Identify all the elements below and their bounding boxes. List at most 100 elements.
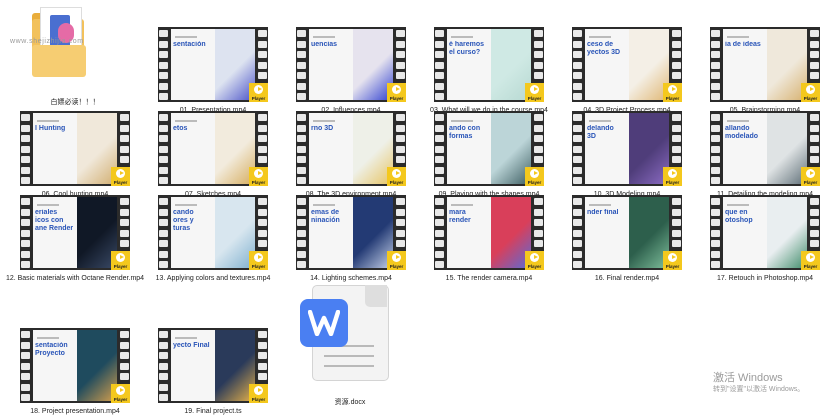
slide-kicker xyxy=(313,204,335,206)
slide-title: ia de ideas xyxy=(725,41,761,48)
player-badge: Player xyxy=(387,83,406,102)
video-frame: eriales icos con ane Render xyxy=(33,197,117,268)
slide-kicker xyxy=(175,337,197,339)
film-thumbnail: rno 3D Player xyxy=(296,111,406,186)
video-frame: mara render xyxy=(447,197,531,268)
video-file-label: 16. Final render.mp4 xyxy=(594,275,660,282)
player-badge: Player xyxy=(111,384,130,403)
film-thumbnail: é haremos el curso? Player xyxy=(434,27,544,102)
video-file-item[interactable]: yecto Final Player 19. Final project.ts xyxy=(148,323,278,418)
video-file-item[interactable]: ando con formasPlayer09. Playing with th… xyxy=(424,106,554,201)
player-badge: Player xyxy=(801,167,820,186)
video-file-item[interactable]: eriales icos con ane Render Player 12. Bas… xyxy=(6,190,144,285)
film-thumbnail: ia de ideas Player xyxy=(710,27,820,102)
video-frame: sentación Proyecto xyxy=(33,330,117,401)
slide-title: é haremos el curso? xyxy=(449,41,485,56)
slide-title: etos xyxy=(173,125,188,132)
word-w-glyph xyxy=(308,310,340,336)
film-thumbnail: eriales icos con ane Render Player xyxy=(20,195,130,270)
slide-kicker xyxy=(175,204,197,206)
player-badge-label: Player xyxy=(803,180,818,185)
player-badge: Player xyxy=(525,83,544,102)
video-frame: emas de ninación xyxy=(309,197,393,268)
player-badge-label: Player xyxy=(251,180,266,185)
video-frame: l Hunting xyxy=(33,113,117,184)
slide-text-panel: sentación xyxy=(171,29,215,100)
player-badge-label: Player xyxy=(251,96,266,101)
document-fold-icon xyxy=(365,285,387,307)
play-icon xyxy=(530,85,539,94)
player-badge-label: Player xyxy=(251,264,266,269)
video-file-item[interactable]: uenciasPlayer02. Influences.mp4 xyxy=(286,22,416,117)
activation-subtitle: 转到"设置"以激活 Windows。 xyxy=(713,386,805,393)
video-file-item[interactable]: delando 3DPlayer10. 3D Modeling.mp4 xyxy=(562,106,692,201)
video-frame: nder final xyxy=(585,197,669,268)
video-file-item[interactable]: sentaciónPlayer01. Presentation.mp4 xyxy=(148,22,278,117)
slide-text-panel: uencias xyxy=(309,29,353,100)
player-badge-label: Player xyxy=(389,96,404,101)
slide-title: emas de ninación xyxy=(311,209,340,224)
player-badge-label: Player xyxy=(527,180,542,185)
player-badge: Player xyxy=(663,251,682,270)
player-badge-label: Player xyxy=(803,96,818,101)
play-icon xyxy=(530,169,539,178)
player-badge: Player xyxy=(663,167,682,186)
play-icon xyxy=(254,253,263,262)
player-badge: Player xyxy=(387,251,406,270)
film-thumbnail: sentación Proyecto Player xyxy=(20,328,130,403)
video-file-item[interactable]: mara render Player 15. The render camera.m… xyxy=(424,190,554,285)
video-file-item[interactable]: nder final Player 16. Final render.mp4 xyxy=(562,190,692,285)
video-file-item[interactable]: emas de ninación Player 14. Lighting schem… xyxy=(286,190,416,285)
video-file-item[interactable]: etosPlayer07. Sketches.mp4 xyxy=(148,106,278,201)
slide-title: eriales icos con ane Render xyxy=(35,209,74,232)
slide-title: ando con formas xyxy=(449,125,481,140)
video-file-label: 15. The render camera.mp4 xyxy=(445,275,533,282)
film-sprocket-holes xyxy=(435,30,444,100)
film-sprocket-holes xyxy=(21,198,30,268)
slide-title: que en otoshop xyxy=(725,209,753,224)
slide-title: ceso de yectos 3D xyxy=(587,41,621,56)
player-badge-label: Player xyxy=(113,397,128,402)
slide-text-panel: nder final xyxy=(585,197,629,268)
video-file-item[interactable]: ceso de yectos 3DPlayer04. 3D Project Pr… xyxy=(562,22,692,117)
film-thumbnail: que en otoshop Player xyxy=(710,195,820,270)
player-badge: Player xyxy=(249,83,268,102)
film-thumbnail: emas de ninación Player xyxy=(296,195,406,270)
player-badge: Player xyxy=(525,167,544,186)
video-frame: ando con formas xyxy=(447,113,531,184)
video-frame: yecto Final xyxy=(171,330,255,401)
player-badge-label: Player xyxy=(251,397,266,402)
slide-text-panel: emas de ninación xyxy=(309,197,353,268)
player-badge: Player xyxy=(249,384,268,403)
video-file-item[interactable]: sentación Proyecto Player 18. Project pres… xyxy=(10,323,140,418)
video-file-item[interactable]: cando ores y turas Player 13. Applying col… xyxy=(148,190,278,285)
film-sprocket-holes xyxy=(573,198,582,268)
folder-item[interactable]: www.shejizhijia.com 白嫖必读！！！ xyxy=(10,5,130,115)
slide-text-panel: sentación Proyecto xyxy=(33,330,77,401)
play-icon xyxy=(116,386,125,395)
play-icon xyxy=(392,253,401,262)
video-file-item[interactable]: l HuntingPlayer06. Cool hunting.mp4 xyxy=(10,106,140,201)
slide-kicker xyxy=(451,204,473,206)
slide-kicker xyxy=(589,204,611,206)
player-badge: Player xyxy=(111,167,130,186)
video-file-label: 18. Project presentation.mp4 xyxy=(30,408,120,415)
video-file-item[interactable]: que en otoshop Player 17. Retouch in Photo… xyxy=(700,190,830,285)
film-sprocket-holes xyxy=(711,198,720,268)
video-frame: ceso de yectos 3D xyxy=(585,29,669,100)
slide-kicker xyxy=(727,36,749,38)
video-file-item[interactable]: rno 3DPlayer08. The 3D environment.mp4 xyxy=(286,106,416,201)
docx-file-item[interactable]: 资源.docx xyxy=(300,285,410,410)
video-file-item[interactable]: é haremos el curso?Player03. What will w… xyxy=(424,22,554,117)
slide-kicker xyxy=(727,120,749,122)
film-sprocket-holes xyxy=(159,331,168,401)
film-thumbnail: ando con formas Player xyxy=(434,111,544,186)
video-file-item[interactable]: allando modeladoPlayer11. Detailing the … xyxy=(700,106,830,201)
play-icon xyxy=(254,85,263,94)
player-badge-label: Player xyxy=(113,180,128,185)
film-sprocket-holes xyxy=(435,198,444,268)
film-sprocket-holes xyxy=(21,331,30,401)
player-badge: Player xyxy=(111,251,130,270)
video-file-item[interactable]: ia de ideasPlayer05. Brainstorming.mp4 xyxy=(700,22,830,117)
video-frame: cando ores y turas xyxy=(171,197,255,268)
